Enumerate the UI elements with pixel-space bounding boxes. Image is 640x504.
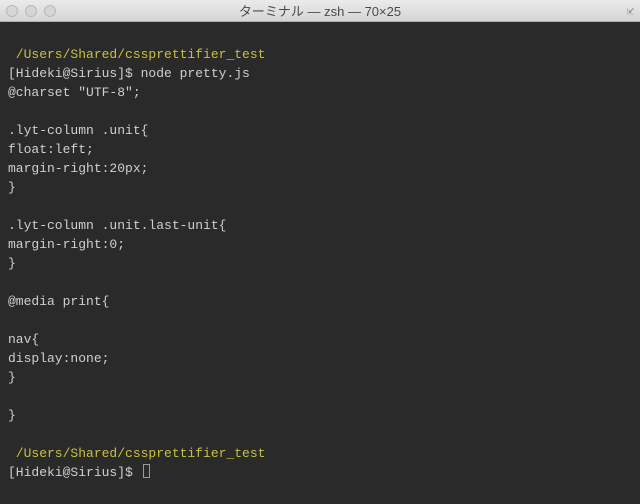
- command-output: @charset "UTF-8"; .lyt-column .unit{ flo…: [8, 85, 226, 423]
- shell-prompt: [Hideki@Sirius]$: [8, 66, 141, 81]
- close-icon[interactable]: [6, 5, 18, 17]
- zoom-icon[interactable]: [44, 5, 56, 17]
- cwd-line: /Users/Shared/cssprettifier_test: [8, 47, 265, 62]
- command-text: node pretty.js: [141, 66, 250, 81]
- window-titlebar: ターミナル — zsh — 70×25 ⇲: [0, 0, 640, 22]
- window-title: ターミナル — zsh — 70×25: [0, 1, 640, 20]
- fullscreen-icon[interactable]: ⇲: [624, 7, 636, 14]
- shell-prompt: [Hideki@Sirius]$: [8, 465, 141, 480]
- traffic-lights: [6, 5, 56, 17]
- terminal-content[interactable]: /Users/Shared/cssprettifier_test [Hideki…: [0, 22, 640, 486]
- cwd-line: /Users/Shared/cssprettifier_test: [8, 446, 265, 461]
- minimize-icon[interactable]: [25, 5, 37, 17]
- cursor-icon: [143, 464, 150, 478]
